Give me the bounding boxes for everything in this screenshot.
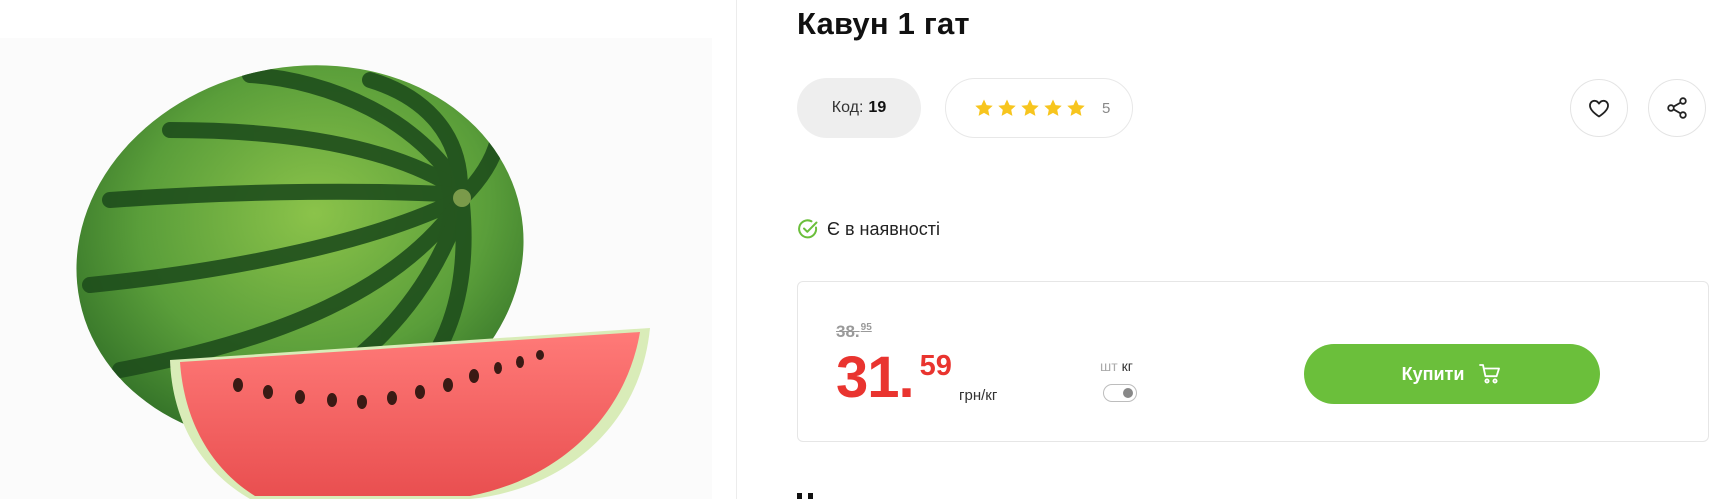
code-label: Код: <box>831 99 864 116</box>
rating[interactable]: 5 <box>945 78 1133 138</box>
rating-count: 5 <box>1102 99 1111 117</box>
product-gallery <box>0 0 737 499</box>
old-price: 38.95 <box>836 322 872 342</box>
toggle-knob <box>1123 388 1133 398</box>
product-title: Кавун 1 гат <box>797 6 970 41</box>
price-panel: 38.95 31. 59 грн/кг шт кг Купити <box>797 281 1709 442</box>
buy-button[interactable]: Купити <box>1304 344 1600 404</box>
cart-icon <box>1478 362 1502 386</box>
current-price: 31. 59 <box>836 348 952 408</box>
heading-glyph-fragment <box>797 493 813 499</box>
heart-icon <box>1589 99 1609 118</box>
unit-labels: шт кг <box>1100 358 1137 374</box>
availability-status: Є в наявності <box>797 218 940 240</box>
share-icon <box>1667 97 1687 119</box>
star-icon <box>1067 99 1085 116</box>
unit-option-kg[interactable]: кг <box>1122 358 1133 374</box>
code-value: 19 <box>868 99 887 116</box>
product-code: Код: 19 <box>797 78 921 138</box>
star-icon <box>998 99 1016 116</box>
star-icon <box>1044 99 1062 116</box>
buy-button-label: Купити <box>1401 363 1465 384</box>
favorite-button[interactable] <box>1570 79 1628 137</box>
old-price-cents: 95 <box>860 322 872 333</box>
next-section-heading-cutoff <box>797 489 819 499</box>
share-button[interactable] <box>1648 79 1706 137</box>
current-price-main: 31. <box>836 345 915 410</box>
product-image[interactable] <box>0 0 712 499</box>
availability-text: Є в наявності <box>827 218 940 239</box>
unit-switch[interactable]: шт кг <box>1100 358 1137 402</box>
unit-option-piece[interactable]: шт <box>1100 358 1118 374</box>
check-circle-icon <box>797 218 819 240</box>
current-price-cents: 59 <box>919 350 952 382</box>
star-icon <box>1021 99 1039 116</box>
price-unit: грн/кг <box>959 387 998 404</box>
rating-stars <box>974 98 1086 118</box>
unit-toggle[interactable] <box>1103 384 1137 402</box>
star-icon <box>975 99 993 116</box>
old-price-main: 38. <box>836 322 860 341</box>
